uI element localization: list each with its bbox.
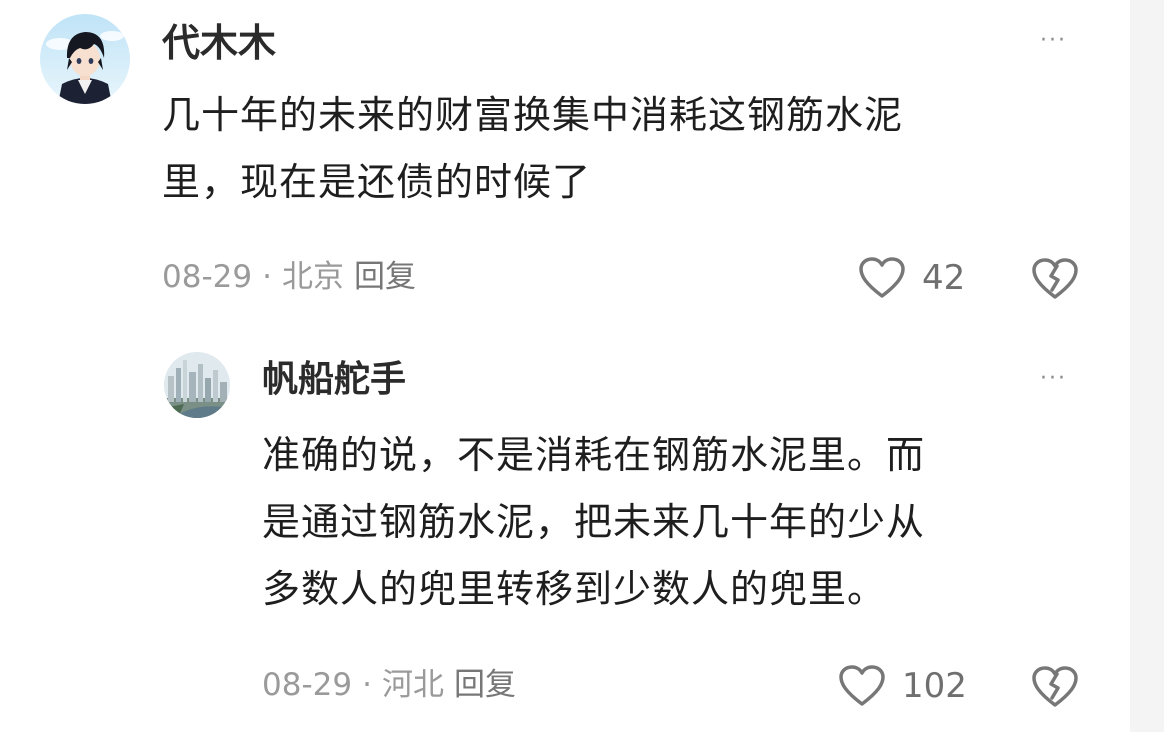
username[interactable]: 帆船舵手 [262,362,406,398]
comment-body: 准确的说，不是消耗在钢筋水泥里。而 是通过钢筋水泥，把未来几十年的少从 多数人的… [262,422,1082,623]
reply-button[interactable]: 回复 [354,259,416,295]
comment-location: 河北 [381,667,444,703]
dislike-button[interactable] [1030,664,1080,714]
scroll-gutter [1130,0,1164,732]
user-avatar[interactable] [164,352,230,418]
user-avatar[interactable] [40,14,130,104]
anime-portrait-icon [40,14,130,104]
comment-meta: 08-29 · 北京 回复 [162,262,416,293]
comment-location: 北京 [281,259,344,295]
comment-line: 准确的说，不是消耗在钢筋水泥里。而 [262,433,926,477]
more-options-icon[interactable]: ··· [1040,30,1067,52]
reply-button[interactable]: 回复 [454,667,516,703]
comment-line: 里，现在是还债的时候了 [162,159,592,204]
separator-dot: · [362,667,372,703]
comment-body: 几十年的未来的财富换集中消耗这钢筋水泥 里，现在是还债的时候了 [162,82,1082,216]
broken-heart-icon [1032,258,1078,299]
more-options-icon[interactable]: ··· [1040,368,1067,390]
comment-meta: 08-29 · 河北 回复 [262,670,516,701]
username[interactable]: 代木木 [162,24,276,62]
comment-line: 多数人的兜里转移到少数人的兜里。 [262,566,887,611]
comment-date: 08-29 [262,667,353,703]
comment-line: 是通过钢筋水泥，把未来几十年的少从 [262,499,926,544]
comment-thread: 代木木 ··· 几十年的未来的财富换集中消耗这钢筋水泥 里，现在是还债的时候了 … [0,0,1164,732]
like-button[interactable]: 102 [838,664,967,708]
comment-line: 几十年的未来的财富换集中消耗这钢筋水泥 [162,93,904,137]
separator-dot: · [262,259,272,295]
heart-icon [859,257,905,298]
heart-icon [839,665,885,706]
like-button[interactable]: 42 [858,256,965,300]
like-count: 42 [922,258,966,298]
comment-date: 08-29 [162,259,253,295]
broken-heart-icon [1032,666,1078,707]
like-count: 102 [902,666,967,706]
dislike-button[interactable] [1030,256,1080,306]
city-skyline-icon [164,352,230,418]
